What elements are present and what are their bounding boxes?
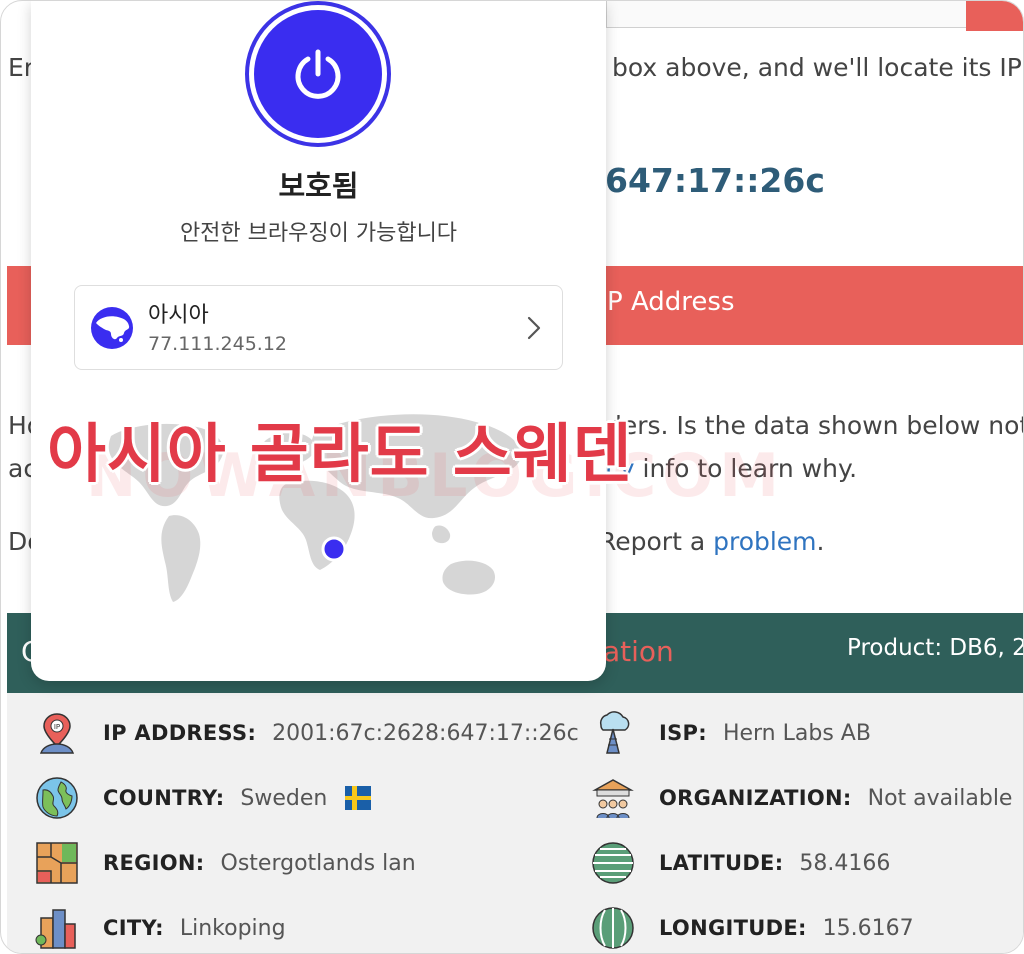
city-value: Linkoping xyxy=(179,915,286,941)
sweden-flag-icon xyxy=(345,786,372,810)
power-button[interactable] xyxy=(245,1,391,147)
isp-tower-icon xyxy=(591,711,635,755)
region-map-icon xyxy=(35,841,79,885)
city-label: CITY: xyxy=(103,916,164,940)
location-ip: 77.111.245.12 xyxy=(148,333,288,355)
longitude-value: 15.6167 xyxy=(822,915,914,941)
isp-row: ISP: Hern Labs AB xyxy=(591,708,871,758)
para1-right-1: ders. Is the data shown below not xyxy=(606,411,1024,440)
city-buildings-icon xyxy=(35,906,79,950)
screenshot-frame: Er box above, and we'll locate its IP lo… xyxy=(0,0,1024,954)
ip-address-value: 2001:67c:2628:647:17::26c xyxy=(272,720,579,746)
vpn-popup: 보호됨 안전한 브라우징이 가능합니다 아시아 77.111.245.12 xyxy=(31,1,606,681)
isp-label: ISP: xyxy=(659,721,707,745)
latitude-value: 58.4166 xyxy=(799,850,891,876)
asia-map-icon xyxy=(91,307,133,349)
latitude-row: LATITUDE: 58.4166 xyxy=(591,838,890,888)
latitude-globe-icon xyxy=(591,841,635,885)
latitude-label: LATITUDE: xyxy=(659,851,784,875)
organization-label: ORGANIZATION: xyxy=(659,786,852,810)
product-label: Product: DB6, 20 xyxy=(847,635,1024,661)
para2-right: Report a problem. xyxy=(599,527,825,556)
power-icon xyxy=(295,49,341,99)
selected-location-dot xyxy=(321,536,347,562)
current-ip-heading: 647:17::26c xyxy=(605,161,825,200)
search-button[interactable] xyxy=(966,1,1023,31)
ip-details-grid: IP IP ADDRESS: 2001:67c:2628:647:17::26c… xyxy=(7,693,1023,953)
longitude-row: LONGITUDE: 15.6167 xyxy=(591,903,914,953)
longitude-label: LONGITUDE: xyxy=(659,916,807,940)
region-label: REGION: xyxy=(103,851,205,875)
organization-icon xyxy=(591,776,635,820)
ip-address-label: IP ADDRESS: xyxy=(103,721,257,745)
ip-address-row: IP IP ADDRESS: 2001:67c:2628:647:17::26c xyxy=(35,708,579,758)
organization-row: ORGANIZATION: Not available xyxy=(591,773,1012,823)
country-value: Sweden xyxy=(240,785,328,811)
report-problem-link[interactable]: problem xyxy=(713,527,816,556)
chevron-right-icon xyxy=(527,316,541,340)
vpn-status-subtitle: 안전한 브라우징이 가능합니다 xyxy=(179,221,458,246)
location-name: 아시아 xyxy=(148,303,209,328)
location-heading: ation xyxy=(603,635,674,668)
check-ip-label: P Address xyxy=(607,287,735,317)
country-row: COUNTRY: Sweden xyxy=(35,773,372,823)
longitude-globe-icon xyxy=(591,906,635,950)
intro-text-right: box above, and we'll locate its IP lo xyxy=(612,53,1024,82)
svg-text:IP: IP xyxy=(54,723,60,731)
city-row: CITY: Linkoping xyxy=(35,903,286,953)
power-button-fill xyxy=(254,10,382,138)
ip-search-input[interactable] xyxy=(606,1,968,28)
organization-value: Not available xyxy=(867,785,1013,811)
caption-overlay: 아시아 골라도 스웨덴 xyxy=(47,418,633,492)
region-value: Ostergotlands lan xyxy=(220,850,416,876)
globe-icon xyxy=(35,776,79,820)
region-row: REGION: Ostergotlands lan xyxy=(35,838,416,888)
location-selector[interactable]: 아시아 77.111.245.12 xyxy=(74,285,563,370)
country-label: COUNTRY: xyxy=(103,786,225,810)
ip-pin-icon: IP xyxy=(35,711,79,755)
isp-value: Hern Labs AB xyxy=(722,720,871,746)
vpn-status-title: 보호됨 xyxy=(278,169,359,203)
